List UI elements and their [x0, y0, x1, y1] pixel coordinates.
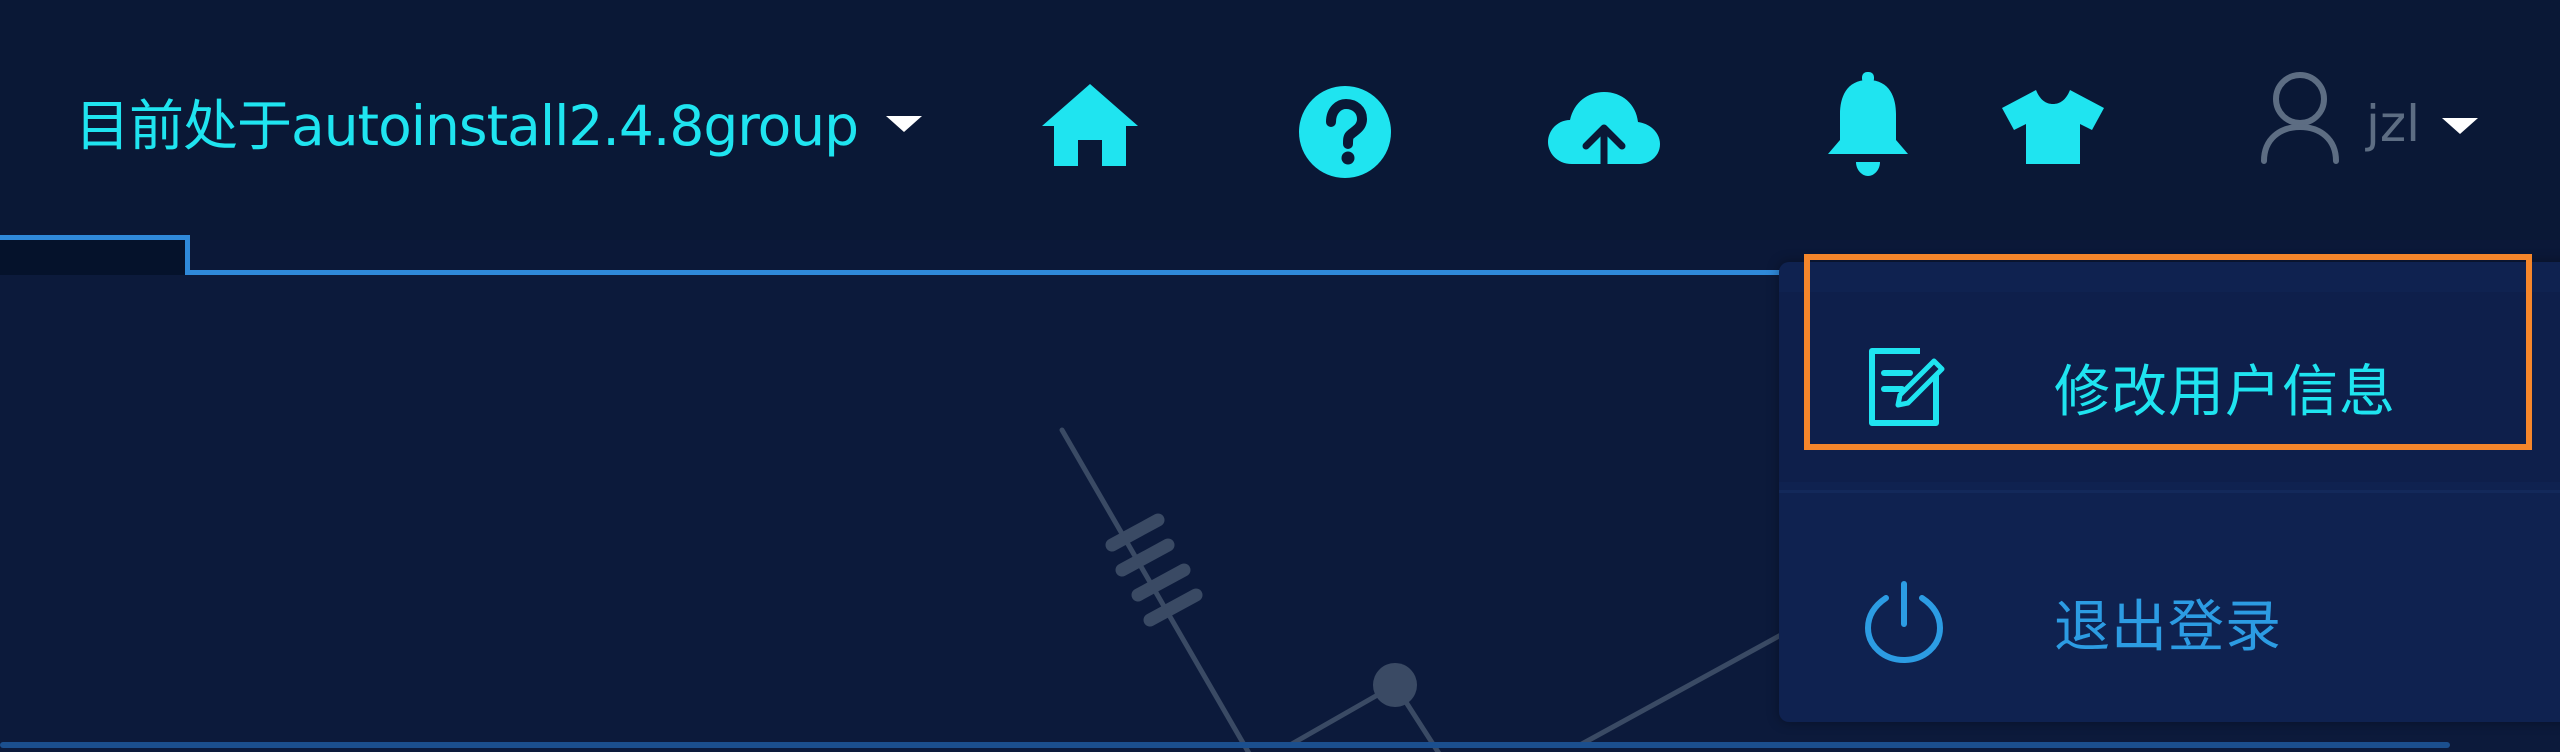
group-selector-label: 目前处于autoinstall2.4.8group	[75, 94, 859, 158]
power-icon	[1854, 572, 1954, 672]
edit-user-info-menu-item[interactable]: 修改用户信息	[1779, 292, 2560, 482]
logout-label: 退出登录	[2054, 594, 2282, 660]
group-selector[interactable]: 目前处于autoinstall2.4.8group	[75, 86, 923, 158]
user-dropdown-menu: 修改用户信息 退出登录	[1779, 262, 2560, 722]
chevron-down-icon	[2442, 118, 2479, 134]
panel-border	[0, 742, 2450, 748]
logout-menu-item[interactable]: 退出登录	[1779, 527, 2560, 717]
active-tab[interactable]	[0, 235, 190, 275]
tshirt-icon	[2002, 90, 2104, 164]
bell-icon	[1828, 72, 1908, 176]
notifications-button[interactable]	[1822, 70, 1914, 178]
edit-icon	[1854, 337, 1954, 437]
home-button[interactable]	[1040, 82, 1140, 168]
top-navigation-bar: 目前处于autoinstall2.4.8group jzl	[0, 0, 2560, 240]
help-icon	[1299, 86, 1391, 178]
user-menu[interactable]: jzl	[2258, 62, 2479, 172]
menu-divider	[1779, 490, 2560, 493]
cloud-upload-icon	[1548, 92, 1660, 176]
theme-button[interactable]	[2000, 88, 2106, 166]
edit-user-info-label: 修改用户信息	[2054, 359, 2396, 425]
help-button[interactable]	[1297, 84, 1393, 180]
cloud-upload-button[interactable]	[1546, 88, 1662, 176]
user-avatar-icon	[2261, 72, 2339, 164]
home-icon	[1042, 84, 1138, 166]
app-window: 目前处于autoinstall2.4.8group jzl 修改用户信息 退出登…	[0, 0, 2560, 752]
chevron-down-icon	[886, 116, 923, 132]
username-label: jzl	[2366, 95, 2421, 153]
